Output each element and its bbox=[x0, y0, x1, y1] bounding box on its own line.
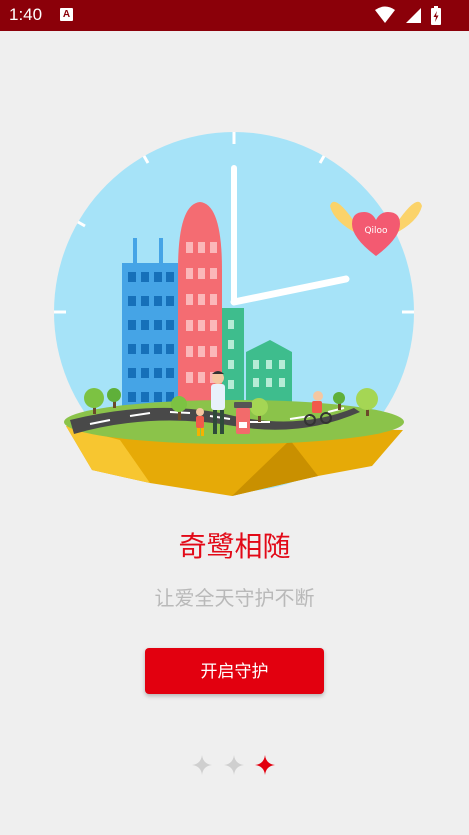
page-dot-1-icon[interactable] bbox=[190, 753, 214, 777]
blue-building bbox=[122, 238, 178, 413]
status-time: 1:40 bbox=[9, 5, 43, 24]
onboarding-subtitle: 让爱全天守护不断 bbox=[154, 586, 315, 610]
heart-logo-text: Qiloo bbox=[364, 226, 388, 236]
status-icons bbox=[370, 6, 441, 25]
status-bar: 1:40 A bbox=[0, 0, 469, 31]
battery-icon bbox=[431, 6, 441, 25]
signal-icon bbox=[405, 8, 421, 23]
onboarding-title: 奇鹭相随 bbox=[178, 530, 291, 563]
start-protection-button[interactable]: 开启守护 bbox=[145, 648, 324, 694]
notification-badge-icon: A bbox=[60, 8, 73, 21]
child-figure bbox=[196, 408, 204, 436]
trash-can bbox=[234, 402, 252, 434]
page-indicator bbox=[0, 753, 469, 779]
wifi-icon bbox=[374, 6, 395, 23]
page-dot-3-active-icon[interactable] bbox=[253, 753, 277, 777]
city-clock-illustration: Qiloo bbox=[54, 132, 422, 496]
page-dot-2-icon[interactable] bbox=[222, 753, 246, 777]
floating-island bbox=[64, 400, 404, 496]
